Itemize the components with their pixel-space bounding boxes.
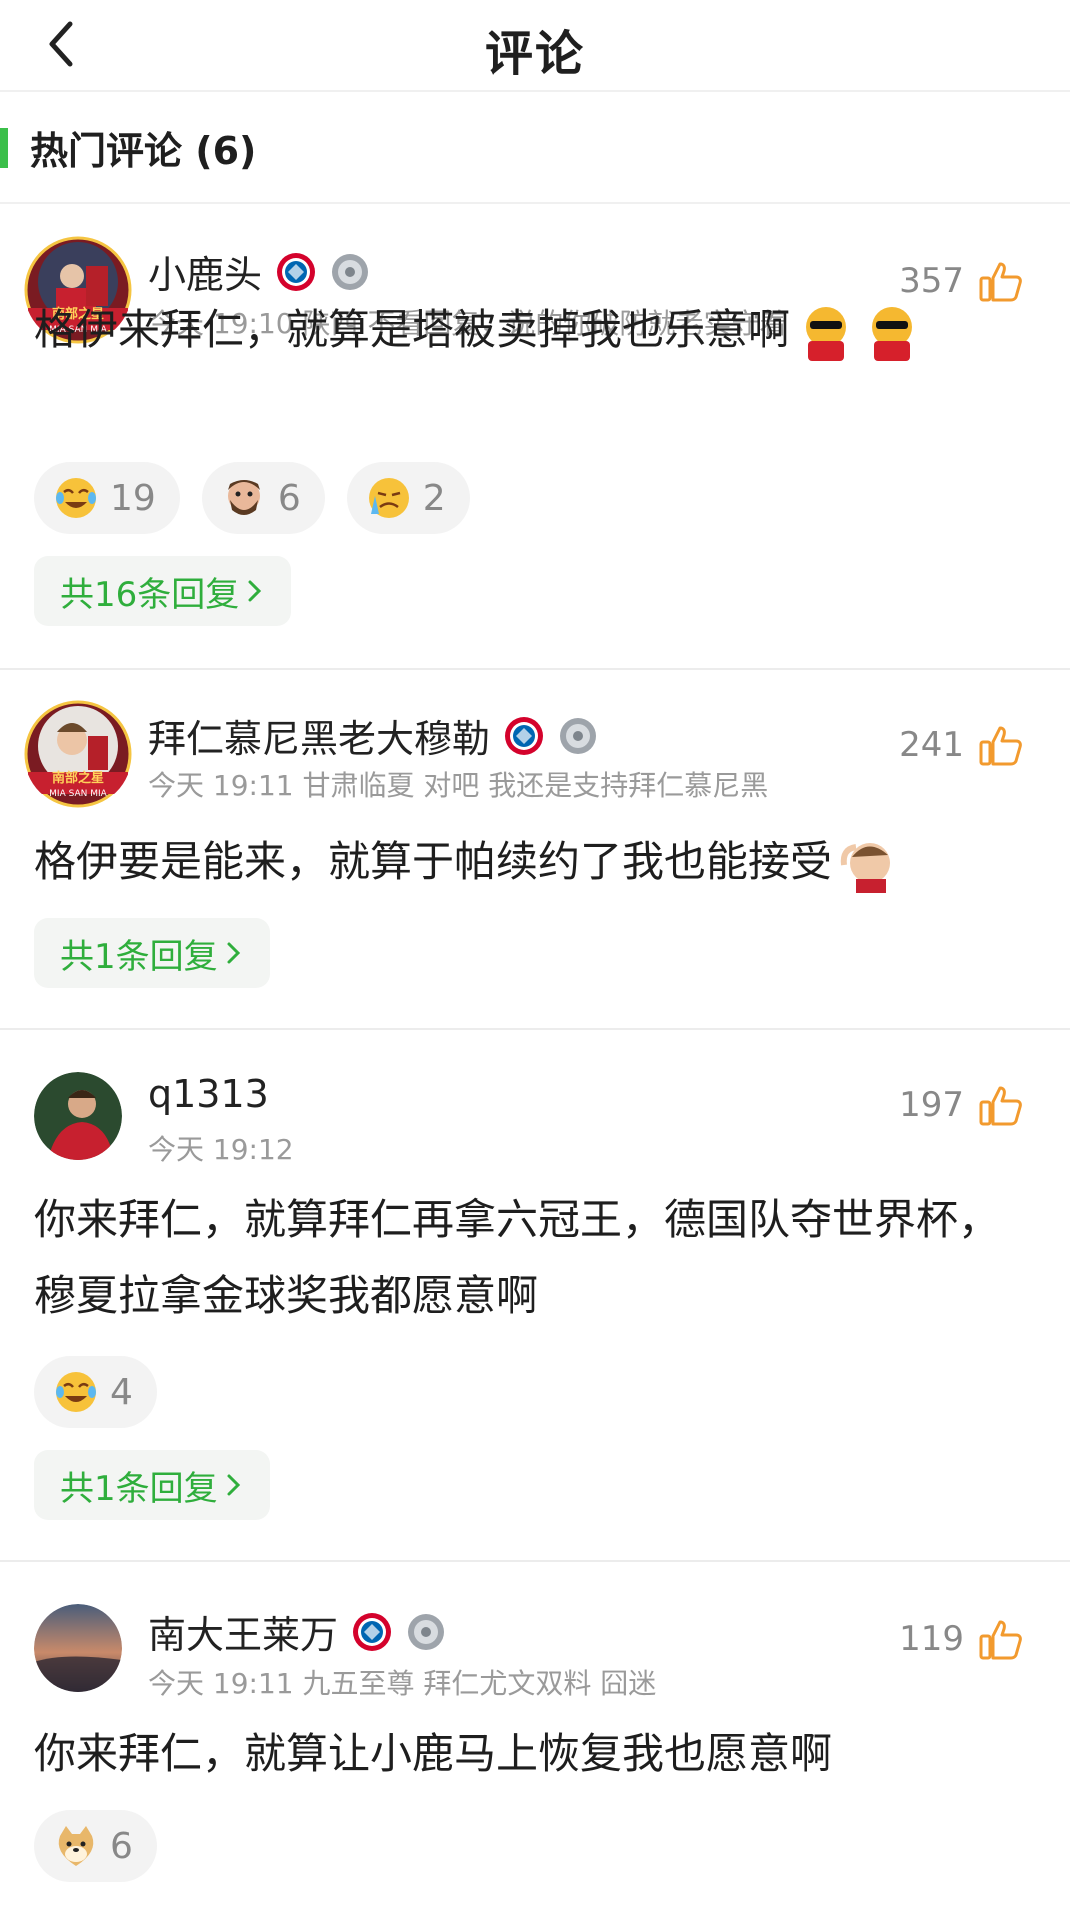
view-replies-button[interactable]: 共16条回复	[34, 556, 292, 626]
username[interactable]: 南大王莱万	[148, 1604, 338, 1659]
silver-trophy-badge-icon	[560, 717, 597, 754]
doge-emoji-icon	[58, 1826, 94, 1866]
like-count: 197	[899, 1085, 964, 1125]
like-count: 241	[899, 725, 964, 765]
comment-meta: 今天 19:11 九五至尊 拜仁尤文双料 囧迷	[148, 1667, 657, 1700]
avatar[interactable]	[34, 1072, 122, 1160]
comment-text-body: 格伊来拜仁，就算是塔被卖掉我也乐意啊	[34, 305, 791, 354]
chevron-right-icon	[227, 942, 240, 964]
scratching-head-sticker-icon	[840, 842, 891, 893]
comment-item: 南部之星 MIA SAN MIA 拜仁慕尼黑老大穆勒 今天 19:11 甘肃临夏…	[0, 672, 1070, 1030]
thumbs-up-icon	[979, 1620, 1022, 1660]
reaction-chip[interactable]: 6	[201, 462, 325, 534]
bayern-badge-icon	[505, 716, 544, 755]
crying-emoji-icon	[368, 478, 409, 518]
comment-text: 你来拜仁，就算拜仁再拿六冠王，德国队夺世界杯，穆夏拉拿金球奖我都愿意啊	[34, 1195, 1001, 1320]
reaction-count: 6	[277, 477, 301, 519]
username-row: 小鹿头	[148, 244, 370, 299]
top-bar: 评论	[0, 0, 1070, 92]
laugh-cry-emoji-icon	[56, 1372, 96, 1412]
tiger-wei-da-sticker-icon	[872, 306, 913, 361]
bayern-badge-icon	[353, 1612, 392, 1651]
username-row: q1313	[148, 1072, 269, 1116]
reaction-count: 19	[110, 477, 156, 519]
comment-item: q1313 今天 19:12 197 你来拜仁，就算拜仁再拿六冠王，德国队夺世界…	[0, 1032, 1070, 1562]
reaction-count: 6	[110, 1825, 133, 1867]
reaction-list: 6	[34, 1810, 157, 1882]
bearded-face-sticker-icon	[227, 480, 260, 515]
comment-text-body: 格伊要是能来，就算于帕续约了我也能接受	[34, 837, 833, 886]
thumbs-up-icon	[979, 1086, 1022, 1126]
section-accent-bar	[0, 128, 8, 168]
like-button[interactable]: 119	[899, 1616, 1024, 1662]
reaction-chip[interactable]: 4	[34, 1356, 157, 1428]
page-title: 评论	[484, 26, 585, 82]
avatar-badge-line1: 南部之星	[52, 770, 104, 786]
like-button[interactable]: 197	[899, 1082, 1024, 1128]
chevron-right-icon	[227, 1474, 240, 1496]
avatar[interactable]	[34, 1604, 122, 1692]
replies-label: 共16条回复	[60, 574, 240, 615]
reaction-count: 4	[110, 1371, 133, 1413]
view-replies-button[interactable]: 共1条回复	[34, 918, 270, 988]
like-count: 119	[899, 1619, 964, 1659]
comment-meta: 今天 19:12	[148, 1133, 294, 1166]
reaction-chip[interactable]: 19	[34, 462, 180, 534]
tiger-wei-da-sticker-icon	[806, 306, 847, 361]
username-row: 南大王莱万	[148, 1604, 446, 1659]
username[interactable]: 拜仁慕尼黑老大穆勒	[148, 708, 490, 763]
silver-trophy-badge-icon	[408, 1613, 445, 1650]
chevron-right-icon	[248, 580, 262, 602]
thumbs-up-icon	[979, 726, 1022, 766]
reaction-list: 19 6 2	[34, 462, 470, 534]
like-button[interactable]: 241	[899, 722, 1024, 768]
replies-label: 共1条回复	[60, 936, 218, 977]
view-replies-button[interactable]: 共1条回复	[34, 1450, 270, 1520]
username[interactable]: 小鹿头	[148, 244, 262, 299]
reaction-chip[interactable]: 6	[34, 1810, 157, 1882]
avatar-badge-line2: MIA SAN MIA	[49, 789, 107, 799]
section-title: 热门评论 (6)	[30, 129, 257, 173]
reaction-count: 2	[422, 477, 446, 519]
reaction-chip[interactable]: 2	[346, 462, 470, 534]
laugh-cry-emoji-icon	[56, 478, 96, 518]
comment-meta: 今天 19:11 甘肃临夏 对吧 我还是支持拜仁慕尼黑	[148, 769, 769, 802]
replies-label: 共1条回复	[60, 1468, 218, 1509]
hot-comments-header: 热门评论 (6)	[0, 92, 1070, 204]
username[interactable]: q1313	[148, 1072, 269, 1116]
avatar[interactable]: 南部之星 MIA SAN MIA	[24, 700, 132, 808]
comment-text: 格伊来拜仁，就算是塔被卖掉我也乐意啊	[34, 292, 1034, 368]
comment-text: 你来拜仁，就算让小鹿马上恢复我也愿意啊	[34, 1729, 833, 1778]
comment-text: 格伊要是能来，就算于帕续约了我也能接受	[34, 824, 1034, 900]
silver-trophy-badge-icon	[332, 253, 369, 290]
reaction-list: 4	[34, 1356, 157, 1428]
comment-item: 南部之星 MIA SAN MIA 小鹿头 今天 19:10 陕西 不看回复，说的…	[0, 206, 1070, 670]
comment-item: 南大王莱万 今天 19:11 九五至尊 拜仁尤文双料 囧迷 119 你来拜仁，就…	[0, 1564, 1070, 1918]
bayern-badge-icon	[277, 252, 316, 291]
username-row: 拜仁慕尼黑老大穆勒	[148, 708, 598, 763]
